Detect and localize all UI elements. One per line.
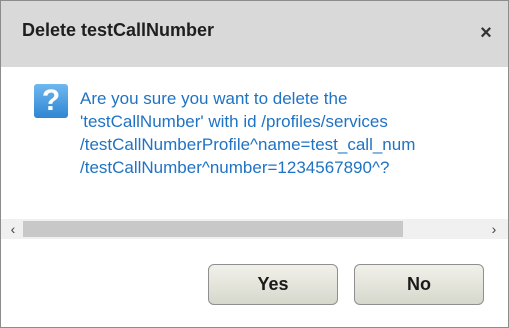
dialog-title: Delete testCallNumber: [22, 20, 215, 40]
dialog-button-bar: Yes No: [1, 239, 508, 327]
message-line: Are you sure you want to delete the: [80, 89, 348, 108]
question-icon: ?: [34, 84, 68, 118]
no-button[interactable]: No: [354, 264, 484, 305]
horizontal-scrollbar[interactable]: ‹ ›: [1, 219, 508, 239]
dialog-content: ? Are you sure you want to delete the 't…: [1, 67, 508, 219]
message-line: 'testCallNumber' with id /profiles/servi…: [80, 112, 388, 131]
delete-dialog: Delete testCallNumber × ? Are you sure y…: [0, 0, 509, 328]
scroll-left-icon[interactable]: ‹: [3, 219, 23, 239]
scroll-right-icon[interactable]: ›: [484, 219, 504, 239]
yes-button[interactable]: Yes: [208, 264, 338, 305]
message-line: /testCallNumber^number=1234567890^?: [80, 158, 390, 177]
confirmation-message: Are you sure you want to delete the 'tes…: [80, 87, 508, 179]
close-icon[interactable]: ×: [476, 23, 496, 43]
message-line: /testCallNumberProfile^name=test_call_nu…: [80, 135, 416, 154]
dialog-titlebar[interactable]: Delete testCallNumber ×: [1, 1, 508, 67]
scrollbar-thumb[interactable]: [23, 221, 403, 237]
